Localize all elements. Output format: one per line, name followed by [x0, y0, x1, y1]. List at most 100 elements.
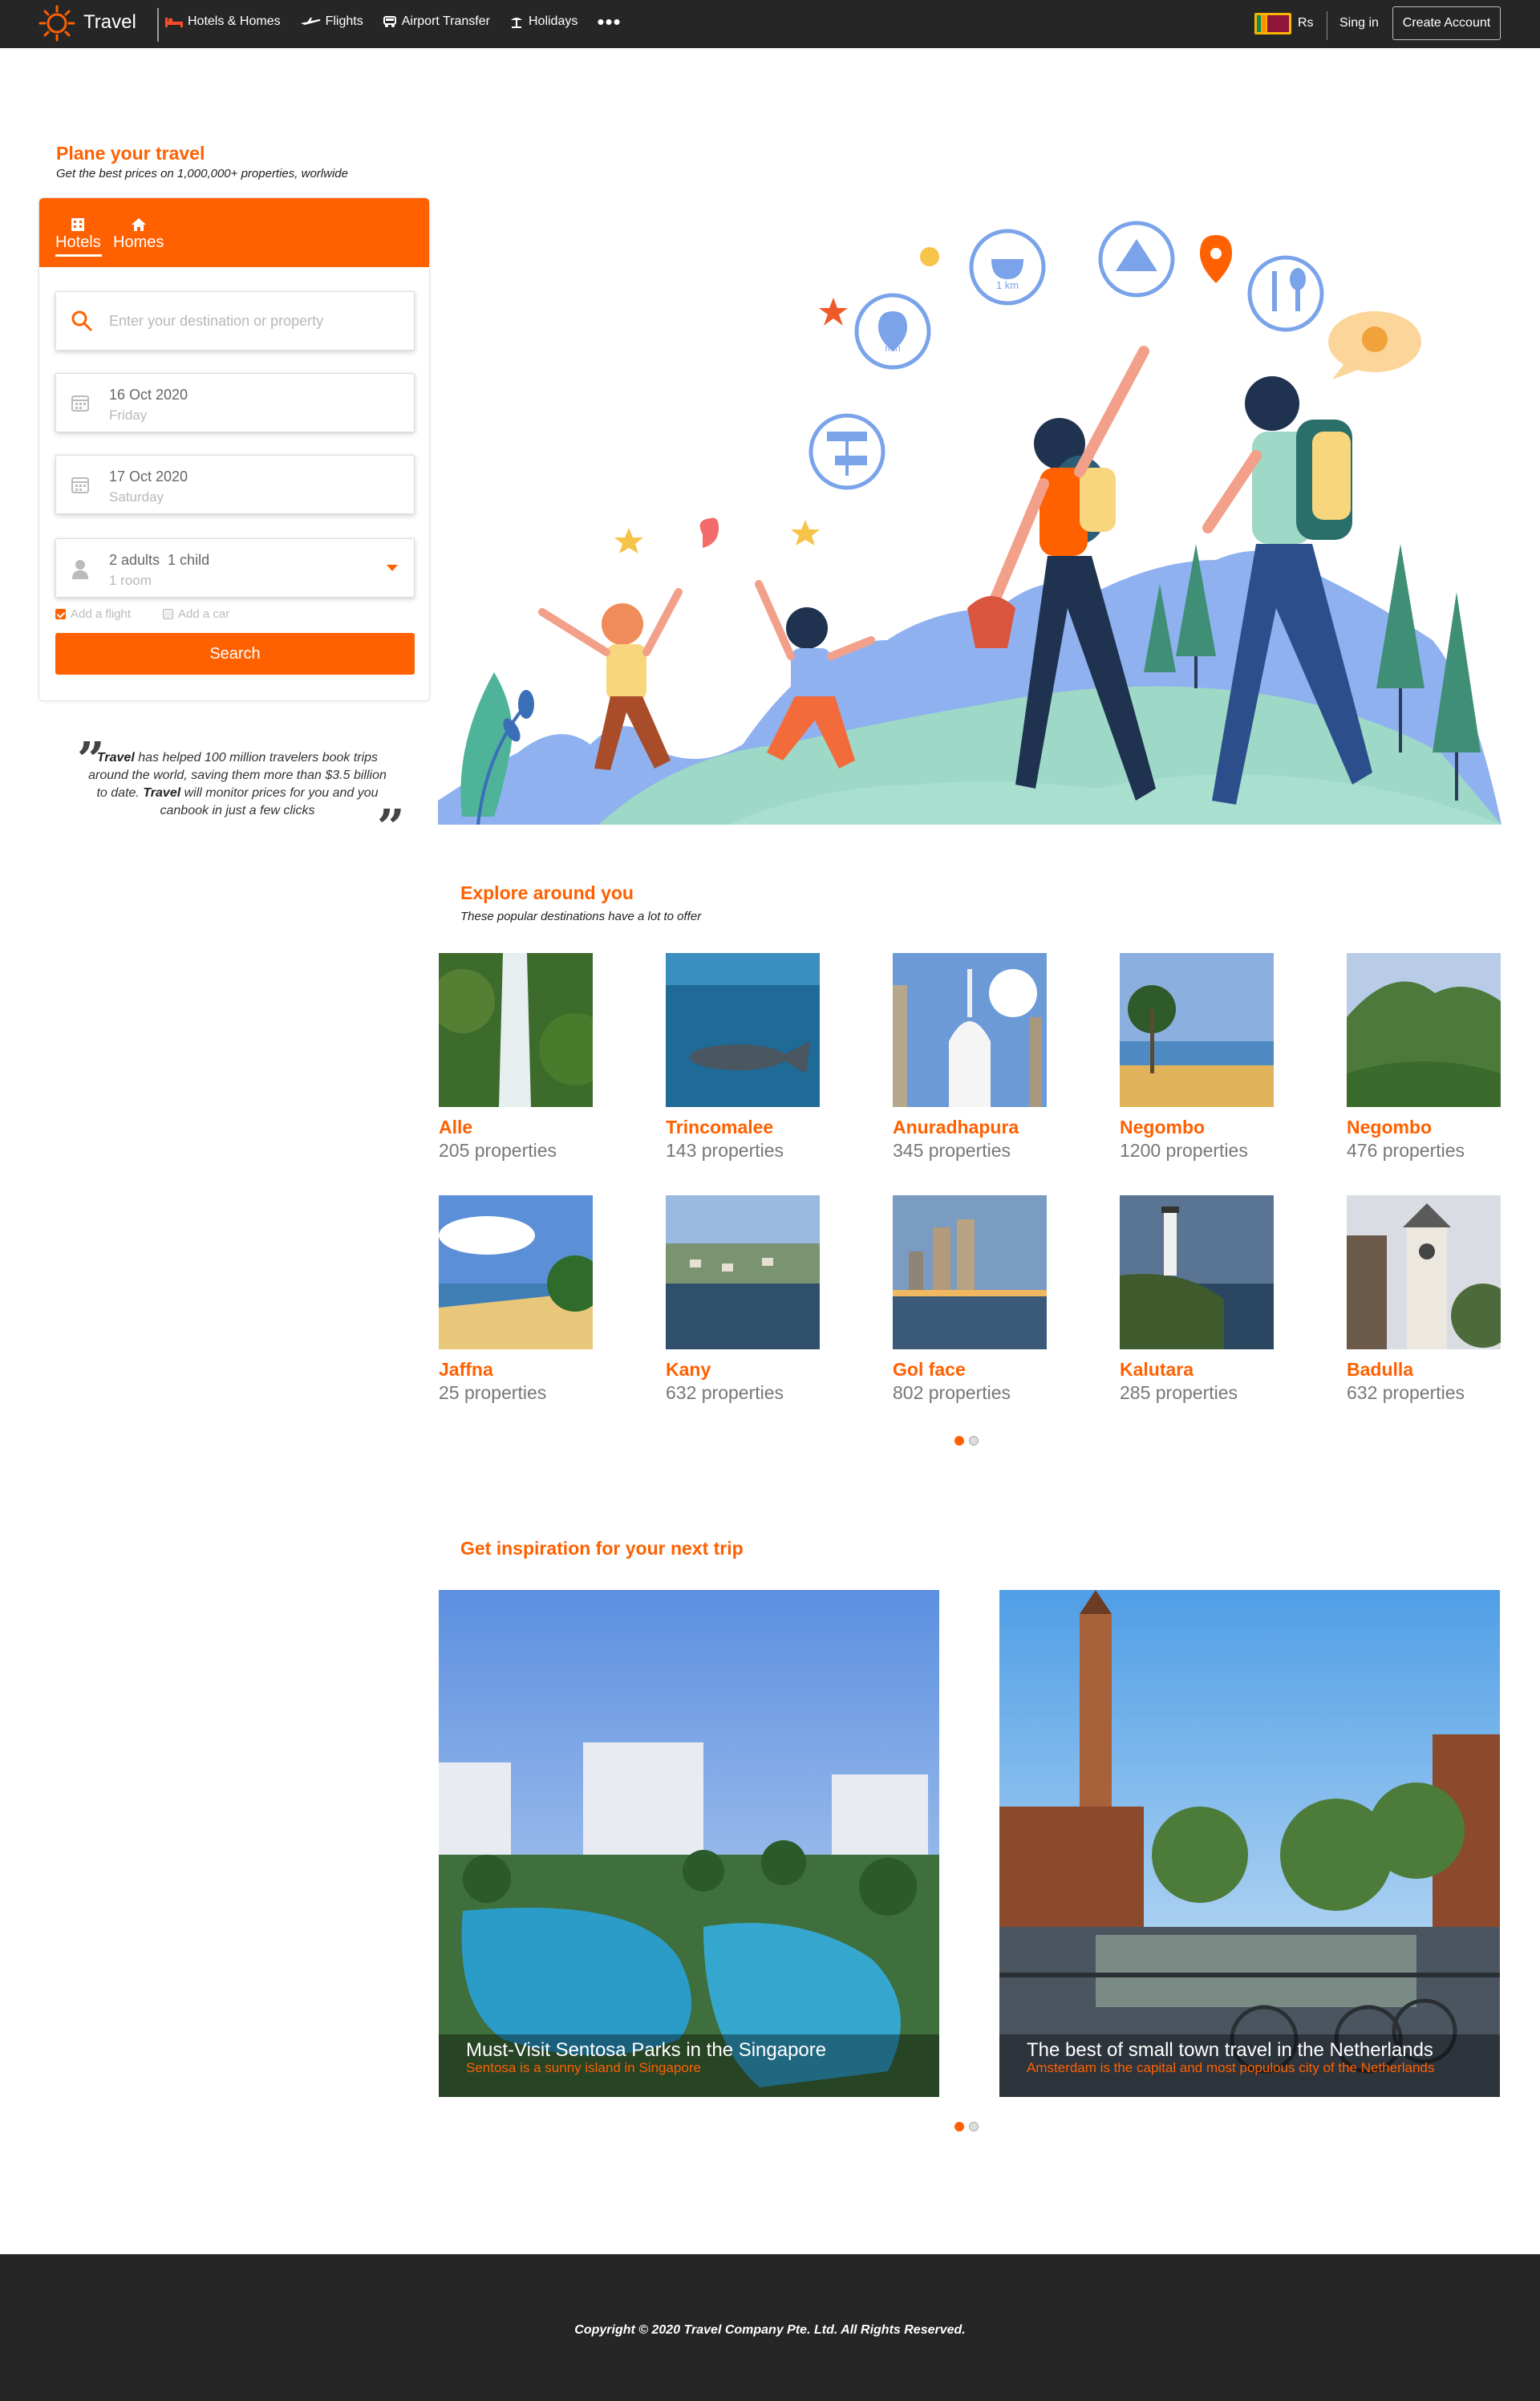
- resort-pool-image: [439, 1590, 939, 2097]
- amsterdam-canal-image: [999, 1590, 1500, 2097]
- destination-properties: 632 properties: [1347, 1382, 1465, 1403]
- checkin-day: Friday: [109, 408, 148, 423]
- add-car-label: Add a car: [178, 607, 230, 621]
- clock-tower-image: [1347, 1195, 1501, 1349]
- sandy-beach-image: [439, 1195, 593, 1349]
- nav-holidays-label: Holidays: [528, 14, 578, 28]
- tab-homes-label: Homes: [113, 233, 164, 251]
- testimonial-sentence-2: will monitor prices for you and you canb…: [160, 786, 379, 817]
- lake-city-image: [666, 1195, 820, 1349]
- checkout-field[interactable]: 17 Oct 2020 Saturday: [55, 455, 415, 514]
- checkin-date: 16 Oct 2020: [109, 387, 188, 403]
- nav-holidays[interactable]: Holidays: [509, 14, 578, 29]
- search-title: Plane your travel: [56, 143, 205, 164]
- sri-lanka-flag-icon[interactable]: [1254, 13, 1291, 34]
- pagination-dot[interactable]: [954, 2122, 964, 2131]
- chevron-down-icon[interactable]: [387, 565, 398, 571]
- time-label: min: [885, 343, 900, 354]
- destination-card[interactable]: Trincomalee 143 properties: [666, 953, 820, 1162]
- tab-homes[interactable]: Homes: [113, 217, 164, 252]
- destination-input[interactable]: Enter your destination or property: [109, 313, 323, 330]
- nav-flights[interactable]: Flights: [300, 14, 363, 29]
- destination-name[interactable]: Alle: [439, 1117, 593, 1138]
- home-icon: [131, 218, 146, 231]
- destination-card[interactable]: Jaffna 25 properties: [439, 1195, 593, 1404]
- search-subtitle: Get the best prices on 1,000,000+ proper…: [56, 167, 348, 180]
- inspiration-card[interactable]: The best of small town travel in the Net…: [999, 1590, 1500, 2097]
- brand-name[interactable]: Travel: [83, 11, 136, 34]
- destination-properties: 205 properties: [439, 1140, 557, 1161]
- destination-name[interactable]: Gol face: [893, 1359, 1047, 1381]
- inspiration-pagination: [954, 2122, 979, 2131]
- inspiration-card[interactable]: Must-Visit Sentosa Parks in the Singapor…: [439, 1590, 939, 2097]
- calendar-icon: [71, 477, 89, 493]
- nav-airport-transfer[interactable]: Airport Transfer: [383, 14, 490, 29]
- destination-name[interactable]: Badulla: [1347, 1359, 1501, 1381]
- main-nav: Hotels & Homes Flights Airport Transfer …: [165, 11, 622, 32]
- nav-flights-label: Flights: [325, 14, 363, 28]
- bed-icon: [165, 18, 183, 27]
- beach-chair-icon: [510, 18, 522, 28]
- footer: Copyright © 2020 Travel Company Pte. Ltd…: [0, 2254, 1540, 2401]
- destination-properties: 25 properties: [439, 1382, 547, 1403]
- copyright-text: Copyright © 2020 Travel Company Pte. Ltd…: [574, 2323, 966, 2337]
- top-navbar: Travel Hotels & Homes Flights Airport Tr…: [0, 0, 1540, 48]
- nav-hotels-homes-label: Hotels & Homes: [188, 14, 281, 28]
- destination-name[interactable]: Trincomalee: [666, 1117, 820, 1138]
- destination-properties: 802 properties: [893, 1382, 1011, 1403]
- destination-name[interactable]: Jaffna: [439, 1359, 593, 1381]
- destination-card[interactable]: Negombo 1200 properties: [1120, 953, 1274, 1162]
- destination-name[interactable]: Kalutara: [1120, 1359, 1274, 1381]
- sun-logo-icon[interactable]: [38, 5, 75, 42]
- currency-label[interactable]: Rs: [1298, 16, 1314, 30]
- more-menu-button[interactable]: •••: [597, 11, 621, 32]
- guests-field[interactable]: 2 adults 1 child 1 room: [55, 538, 415, 598]
- extras-options: Add a flight Add a car: [55, 607, 229, 621]
- green-mountain-image: [1347, 953, 1501, 1107]
- destination-field[interactable]: Enter your destination or property: [55, 291, 415, 351]
- signin-link[interactable]: Sing in: [1339, 16, 1379, 30]
- card-title: Must-Visit Sentosa Parks in the Singapor…: [466, 2039, 827, 2061]
- destination-properties: 1200 properties: [1120, 1140, 1248, 1161]
- destination-card[interactable]: Alle 205 properties: [439, 953, 593, 1162]
- checkout-date: 17 Oct 2020: [109, 468, 188, 485]
- destination-name[interactable]: Negombo: [1120, 1117, 1274, 1138]
- destination-name[interactable]: Anuradhapura: [893, 1117, 1047, 1138]
- tab-hotels[interactable]: Hotels: [55, 217, 101, 252]
- destination-card[interactable]: Kany 632 properties: [666, 1195, 820, 1404]
- nav-hotels-homes[interactable]: Hotels & Homes: [165, 14, 281, 29]
- destination-card[interactable]: Negombo 476 properties: [1347, 953, 1501, 1162]
- destination-name[interactable]: Kany: [666, 1359, 820, 1381]
- destination-properties: 632 properties: [666, 1382, 784, 1403]
- palm-beach-image: [1120, 953, 1274, 1107]
- pagination-dot[interactable]: [954, 1436, 964, 1446]
- search-panel: Hotels Homes Enter your destination or p…: [38, 197, 430, 701]
- card-subtitle: Amsterdam is the capital and most populo…: [1027, 2060, 1435, 2075]
- destination-properties: 143 properties: [666, 1140, 784, 1161]
- active-tab-indicator: [55, 254, 102, 257]
- checkin-field[interactable]: 16 Oct 2020 Friday: [55, 373, 415, 432]
- destination-card[interactable]: Badulla 632 properties: [1347, 1195, 1501, 1404]
- checkbox-unchecked-icon: [163, 609, 174, 619]
- guests-count: 2 adults 1 child: [109, 552, 210, 568]
- destination-properties: 285 properties: [1120, 1382, 1238, 1403]
- destination-card[interactable]: Kalutara 285 properties: [1120, 1195, 1274, 1404]
- add-car-checkbox[interactable]: Add a car: [163, 607, 229, 621]
- testimonial-brand: Travel: [96, 751, 135, 765]
- create-account-button[interactable]: Create Account: [1392, 6, 1501, 40]
- checkout-day: Saturday: [109, 489, 164, 505]
- search-button[interactable]: Search: [55, 633, 415, 675]
- tab-hotels-label: Hotels: [55, 233, 101, 251]
- destination-card[interactable]: Anuradhapura 345 properties: [893, 953, 1047, 1162]
- waterfall-jungle-image: [439, 953, 593, 1107]
- plane-icon: [300, 18, 320, 25]
- person-icon: [72, 560, 88, 579]
- inspiration-title: Get inspiration for your next trip: [460, 1538, 744, 1559]
- add-flight-checkbox[interactable]: Add a flight: [55, 607, 131, 621]
- pagination-dot[interactable]: [969, 1436, 979, 1446]
- destination-properties: 476 properties: [1347, 1140, 1465, 1161]
- pagination-dot[interactable]: [969, 2122, 979, 2131]
- destination-name[interactable]: Negombo: [1347, 1117, 1501, 1138]
- card-title: The best of small town travel in the Net…: [1027, 2039, 1433, 2061]
- destination-card[interactable]: Gol face 802 properties: [893, 1195, 1047, 1404]
